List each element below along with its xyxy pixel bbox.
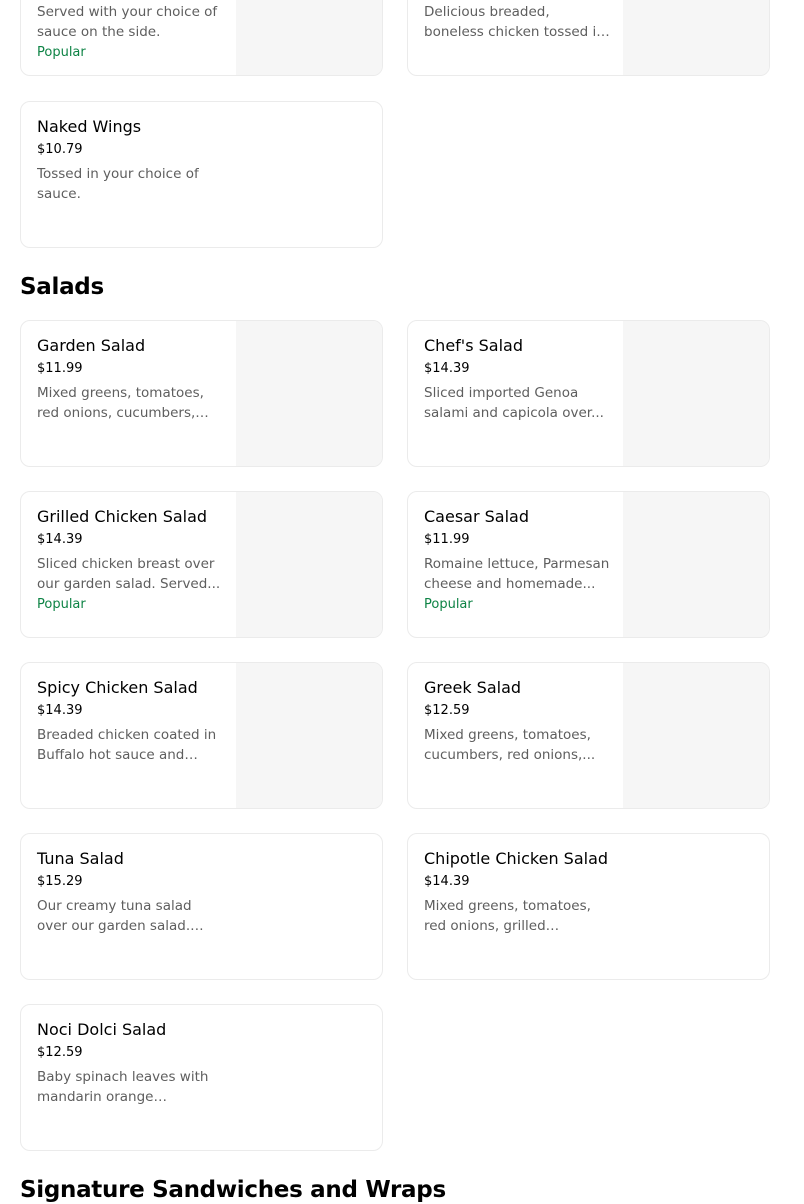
- item-image-placeholder: [236, 663, 382, 808]
- item-price: $12.59: [37, 1045, 83, 1060]
- item-name: Grilled Chicken Salad: [37, 507, 208, 526]
- item-price: $10.79: [37, 142, 83, 157]
- item-description: Baby spinach leaves with mandarin orange…: [37, 1069, 209, 1105]
- item-name: Greek Salad: [424, 678, 522, 697]
- item-image-placeholder: [623, 0, 769, 75]
- item-image-placeholder: [623, 492, 769, 637]
- menu-item-card[interactable]: Noci Dolci Salad $12.59 Baby spinach lea…: [20, 1004, 383, 1151]
- item-description: Sliced imported Genoa salami and capicol…: [424, 385, 604, 421]
- item-description: Mixed greens, tomatoes, cucumbers, red o…: [424, 727, 596, 763]
- menu-item-card[interactable]: Spicy Chicken Salad $14.39 Breaded chick…: [20, 662, 383, 809]
- item-image-placeholder: [236, 0, 382, 75]
- item-description: Romaine lettuce, Parmesan cheese and hom…: [424, 556, 610, 592]
- item-price: $14.39: [37, 703, 83, 718]
- menu-item-card[interactable]: Tuna Salad $15.29 Our creamy tuna salad …: [20, 833, 383, 980]
- item-description: Breaded chicken coated in Buffalo hot sa…: [37, 727, 217, 763]
- item-description: Mixed greens, tomatoes, red onions, gril…: [424, 898, 591, 934]
- item-name: Tuna Salad: [37, 849, 124, 868]
- item-image-placeholder: [236, 321, 382, 466]
- menu-item-card[interactable]: Garden Salad $11.99 Mixed greens, tomato…: [20, 320, 383, 467]
- item-price: $14.39: [424, 361, 470, 376]
- menu-item-card[interactable]: Chef's Salad $14.39 Sliced imported Geno…: [407, 320, 770, 467]
- item-price: $12.59: [424, 703, 470, 718]
- item-name: Naked Wings: [37, 117, 142, 136]
- popular-badge: Popular: [37, 597, 86, 612]
- item-price: $14.39: [424, 874, 470, 889]
- item-name: Chef's Salad: [424, 336, 523, 355]
- item-name: Noci Dolci Salad: [37, 1020, 167, 1039]
- item-image-placeholder: [623, 663, 769, 808]
- item-price: $11.99: [37, 361, 83, 376]
- menu-item-card[interactable]: Served with your choice of sauce on the …: [20, 0, 383, 76]
- item-name: Garden Salad: [37, 336, 146, 355]
- item-description: Our creamy tuna salad over our garden sa…: [37, 898, 192, 934]
- popular-badge: Popular: [37, 45, 86, 60]
- section-title-sandwiches-wraps: Signature Sandwiches and Wraps: [20, 1177, 446, 1203]
- item-description: Sliced chicken breast over our garden sa…: [37, 556, 221, 592]
- item-description: Served with your choice of sauce on the …: [37, 4, 218, 40]
- menu-item-card[interactable]: Delicious breaded, boneless chicken toss…: [407, 0, 770, 76]
- menu-item-card[interactable]: Chipotle Chicken Salad $14.39 Mixed gree…: [407, 833, 770, 980]
- item-description: Mixed greens, tomatoes, red onions, cucu…: [37, 385, 204, 421]
- item-image-placeholder: [236, 492, 382, 637]
- item-description: Tossed in your choice of sauce.: [37, 166, 199, 202]
- menu-item-card[interactable]: Greek Salad $12.59 Mixed greens, tomatoe…: [407, 662, 770, 809]
- item-name: Chipotle Chicken Salad: [424, 849, 609, 868]
- menu-item-card[interactable]: Caesar Salad $11.99 Romaine lettuce, Par…: [407, 491, 770, 638]
- item-price: $14.39: [37, 532, 83, 547]
- item-price: $15.29: [37, 874, 83, 889]
- menu-item-card[interactable]: Grilled Chicken Salad $14.39 Sliced chic…: [20, 491, 383, 638]
- item-name: Spicy Chicken Salad: [37, 678, 198, 697]
- menu-page: Served with your choice of sauce on the …: [0, 0, 804, 1204]
- item-price: $11.99: [424, 532, 470, 547]
- item-image-placeholder: [623, 321, 769, 466]
- item-name: Caesar Salad: [424, 507, 529, 526]
- section-title-salads: Salads: [20, 274, 104, 300]
- menu-item-card[interactable]: Naked Wings $10.79 Tossed in your choice…: [20, 101, 383, 248]
- item-description: Delicious breaded, boneless chicken toss…: [424, 4, 605, 40]
- popular-badge: Popular: [424, 597, 473, 612]
